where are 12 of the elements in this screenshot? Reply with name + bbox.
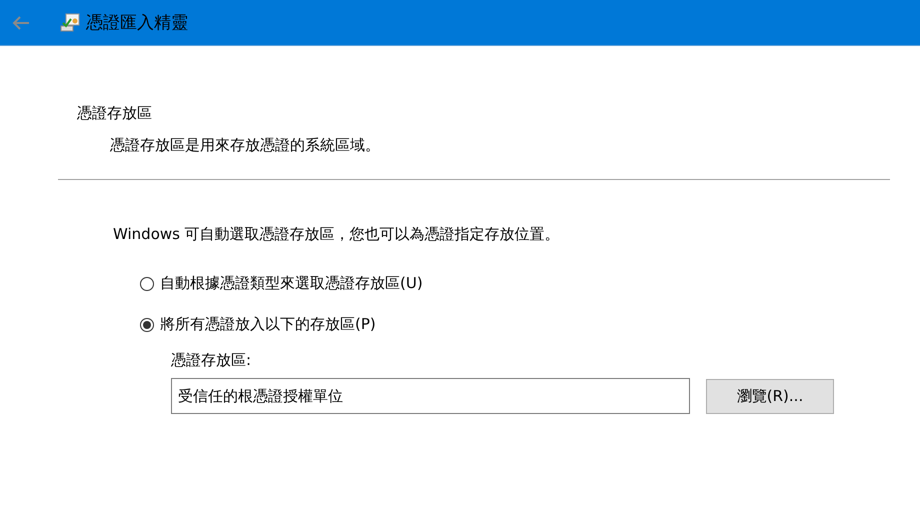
radio-button[interactable] (140, 318, 154, 332)
section-description: 憑證存放區是用來存放憑證的系統區域。 (110, 136, 381, 155)
certificate-icon (60, 12, 80, 32)
browse-button[interactable]: 瀏覽(R)... (706, 378, 834, 414)
window-title: 憑證匯入精靈 (86, 12, 188, 34)
intro-text: Windows 可自動選取憑證存放區，您也可以為憑證指定存放位置。 (113, 225, 561, 244)
section-heading: 憑證存放區 (77, 104, 153, 124)
option-label[interactable]: 將所有憑證放入以下的存放區(P) (160, 315, 376, 334)
radio-button[interactable] (140, 276, 154, 290)
field-label: 憑證存放區: (171, 351, 252, 370)
option-label[interactable]: 自動根據憑證類型來選取憑證存放區(U) (160, 274, 423, 293)
store-field[interactable]: 受信任的根憑證授權單位 (171, 378, 690, 414)
